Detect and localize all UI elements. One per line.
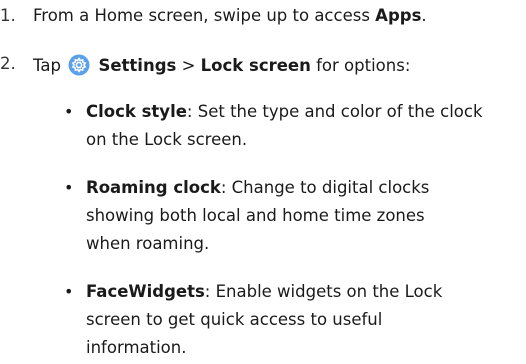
option-desc-line: information. bbox=[86, 338, 187, 357]
option-desc-line: showing both local and home time zones bbox=[86, 206, 425, 225]
option-desc-line: screen to get quick access to useful bbox=[86, 310, 383, 329]
step-2-pre: Tap bbox=[33, 56, 61, 75]
step-1-pre: From a Home screen, swipe up to access bbox=[33, 6, 376, 25]
option-term: Roaming clock bbox=[86, 178, 221, 197]
settings-gear-icon bbox=[68, 54, 90, 76]
step-2-text: Tap Settings > Lock screen for options: bbox=[33, 54, 410, 76]
breadcrumb-separator: > bbox=[181, 56, 196, 75]
bullet: • bbox=[64, 282, 74, 301]
option-desc-line: when roaming. bbox=[86, 234, 210, 253]
step-2-post: for options: bbox=[316, 56, 411, 75]
step-1-text: From a Home screen, swipe up to access A… bbox=[33, 6, 427, 26]
step-1-post: . bbox=[421, 6, 427, 25]
option-desc-line: : Enable widgets on the Lock bbox=[204, 282, 443, 301]
option-clock-style: Clock style: Set the type and color of t… bbox=[86, 102, 483, 122]
settings-label: Settings bbox=[98, 56, 177, 75]
option-desc-line: : Set the type and color of the clock bbox=[186, 102, 483, 121]
apps-label: Apps bbox=[375, 6, 422, 25]
option-term: Clock style bbox=[86, 102, 187, 121]
option-term: FaceWidgets bbox=[86, 282, 205, 301]
bullet: • bbox=[64, 178, 74, 197]
lock-screen-label: Lock screen bbox=[200, 56, 311, 75]
bullet: • bbox=[64, 102, 74, 121]
option-desc-line: on the Lock screen. bbox=[86, 130, 248, 149]
step-number: 2. bbox=[0, 54, 16, 73]
option-desc-line: : Change to digital clocks bbox=[220, 178, 430, 197]
option-facewidgets: FaceWidgets: Enable widgets on the Lock bbox=[86, 282, 442, 302]
option-roaming-clock: Roaming clock: Change to digital clocks bbox=[86, 178, 429, 198]
step-number: 1. bbox=[0, 6, 16, 25]
